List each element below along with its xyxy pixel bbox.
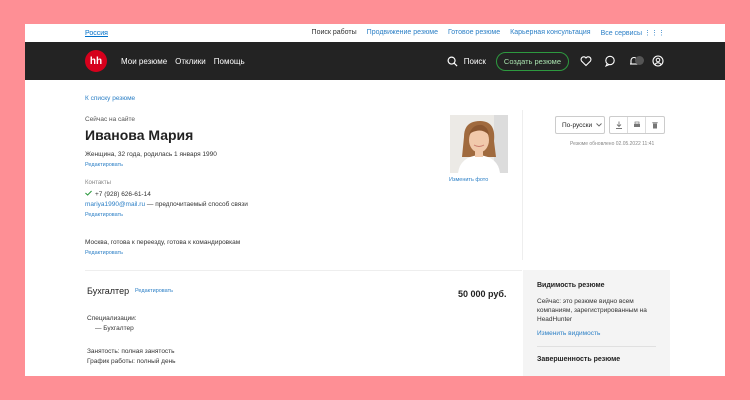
nav-help[interactable]: Помощь (214, 57, 245, 66)
change-visibility-link[interactable]: Изменить видимость (537, 330, 656, 337)
phone-number: +7 (928) 626-61-14 (95, 190, 151, 198)
completeness-title: Завершенность резюме (537, 356, 621, 364)
nav-items: Мои резюме Отклики Помощь (121, 57, 245, 66)
top-bar: Россия Поиск работы Продвижение резюме Г… (25, 24, 725, 42)
edit-personal-link[interactable]: Редактировать (85, 162, 123, 168)
salary: 50 000 руб. (458, 289, 507, 299)
top-link-promotion[interactable]: Продвижение резюме (367, 29, 438, 37)
position-card: Бухгалтер Редактировать 50 000 руб. Спец… (85, 272, 522, 376)
visibility-text: Сейчас: это резюме видно всем компаниям,… (537, 298, 647, 324)
online-status: Сейчас на сайте (85, 116, 136, 123)
language-label: По-русски (562, 121, 593, 129)
region-link[interactable]: Россия (85, 30, 108, 37)
vertical-divider (522, 110, 523, 260)
candidate-photo[interactable] (450, 115, 508, 173)
sidebar-divider (537, 346, 656, 348)
updated-timestamp: Резюме обновлено 02.05.2022 11:41 (570, 141, 655, 147)
browser-frame: Россия Поиск работы Продвижение резюме Г… (25, 24, 725, 376)
nav-my-resumes[interactable]: Мои резюме (121, 57, 167, 66)
horizontal-divider (85, 270, 522, 271)
candidate-name: Иванова Мария (85, 127, 194, 143)
candidate-bio: Женщина, 32 года, родилась 1 января 1990 (85, 151, 217, 158)
city-info: Москва, готова к переезду, готова к кома… (85, 239, 241, 246)
back-to-resumes-link[interactable]: К списку резюме (85, 95, 135, 102)
top-link-all-services[interactable]: Все сервисы ⋮⋮⋮ (601, 29, 665, 37)
checkmark-icon (85, 190, 92, 198)
top-link-job-search[interactable]: Поиск работы (312, 29, 357, 37)
chat-icon[interactable] (603, 54, 617, 68)
edit-contacts-link[interactable]: Редактировать (85, 212, 123, 218)
heart-icon[interactable] (579, 54, 593, 68)
create-resume-button[interactable]: Создать резюме (495, 51, 569, 71)
chevron-down-icon (596, 122, 602, 129)
email-link[interactable]: mariya1990@mail.ru (85, 201, 145, 208)
edit-city-link[interactable]: Редактировать (85, 250, 123, 256)
resume-content: К списку резюме Сейчас на сайте Иванова … (85, 80, 670, 376)
specializations-label: Специализации: (87, 315, 137, 322)
top-link-ready-resume[interactable]: Готовое резюме (448, 29, 500, 37)
work-schedule: График работы: полный день (87, 358, 176, 365)
nav-responses[interactable]: Отклики (175, 57, 206, 66)
email-row: mariya1990@mail.ru — предпочитаемый спос… (85, 201, 248, 208)
print-icon[interactable] (628, 117, 646, 133)
top-link-career[interactable]: Карьерная консультация (510, 29, 590, 37)
grid-icon: ⋮⋮⋮ (644, 30, 665, 37)
hh-logo[interactable]: hh (85, 50, 107, 72)
top-links: Поиск работы Продвижение резюме Готовое … (312, 29, 665, 37)
main-navbar: hh Мои резюме Отклики Помощь Поиск Созда… (25, 42, 725, 80)
change-photo-link[interactable]: Изменить фото (449, 177, 488, 183)
search-label: Поиск (463, 56, 486, 66)
profile-icon[interactable] (651, 54, 665, 68)
download-icon[interactable] (610, 117, 628, 133)
visibility-sidebar: Видимость резюме Сейчас: это резюме видн… (523, 270, 670, 376)
nav-right: Поиск Создать резюме (446, 51, 665, 71)
specialization-item: — Бухгалтер (95, 325, 134, 332)
position-title: Бухгалтер (87, 286, 130, 296)
employment-type: Занятость: полная занятость (87, 348, 175, 355)
edit-position-link[interactable]: Редактировать (135, 288, 173, 294)
resume-tools (609, 116, 665, 134)
trash-icon[interactable] (646, 117, 664, 133)
contacts-label: Контакты (85, 180, 111, 186)
language-select[interactable]: По-русски (555, 116, 605, 134)
search-button[interactable]: Поиск (446, 54, 486, 68)
notification-badge (635, 56, 644, 65)
visibility-title: Видимость резюме (537, 282, 605, 289)
email-note: — предпочитаемый способ связи (145, 201, 248, 208)
search-icon (446, 54, 460, 68)
phone-row: +7 (928) 626-61-14 (85, 190, 151, 198)
bell-icon[interactable] (627, 54, 644, 68)
